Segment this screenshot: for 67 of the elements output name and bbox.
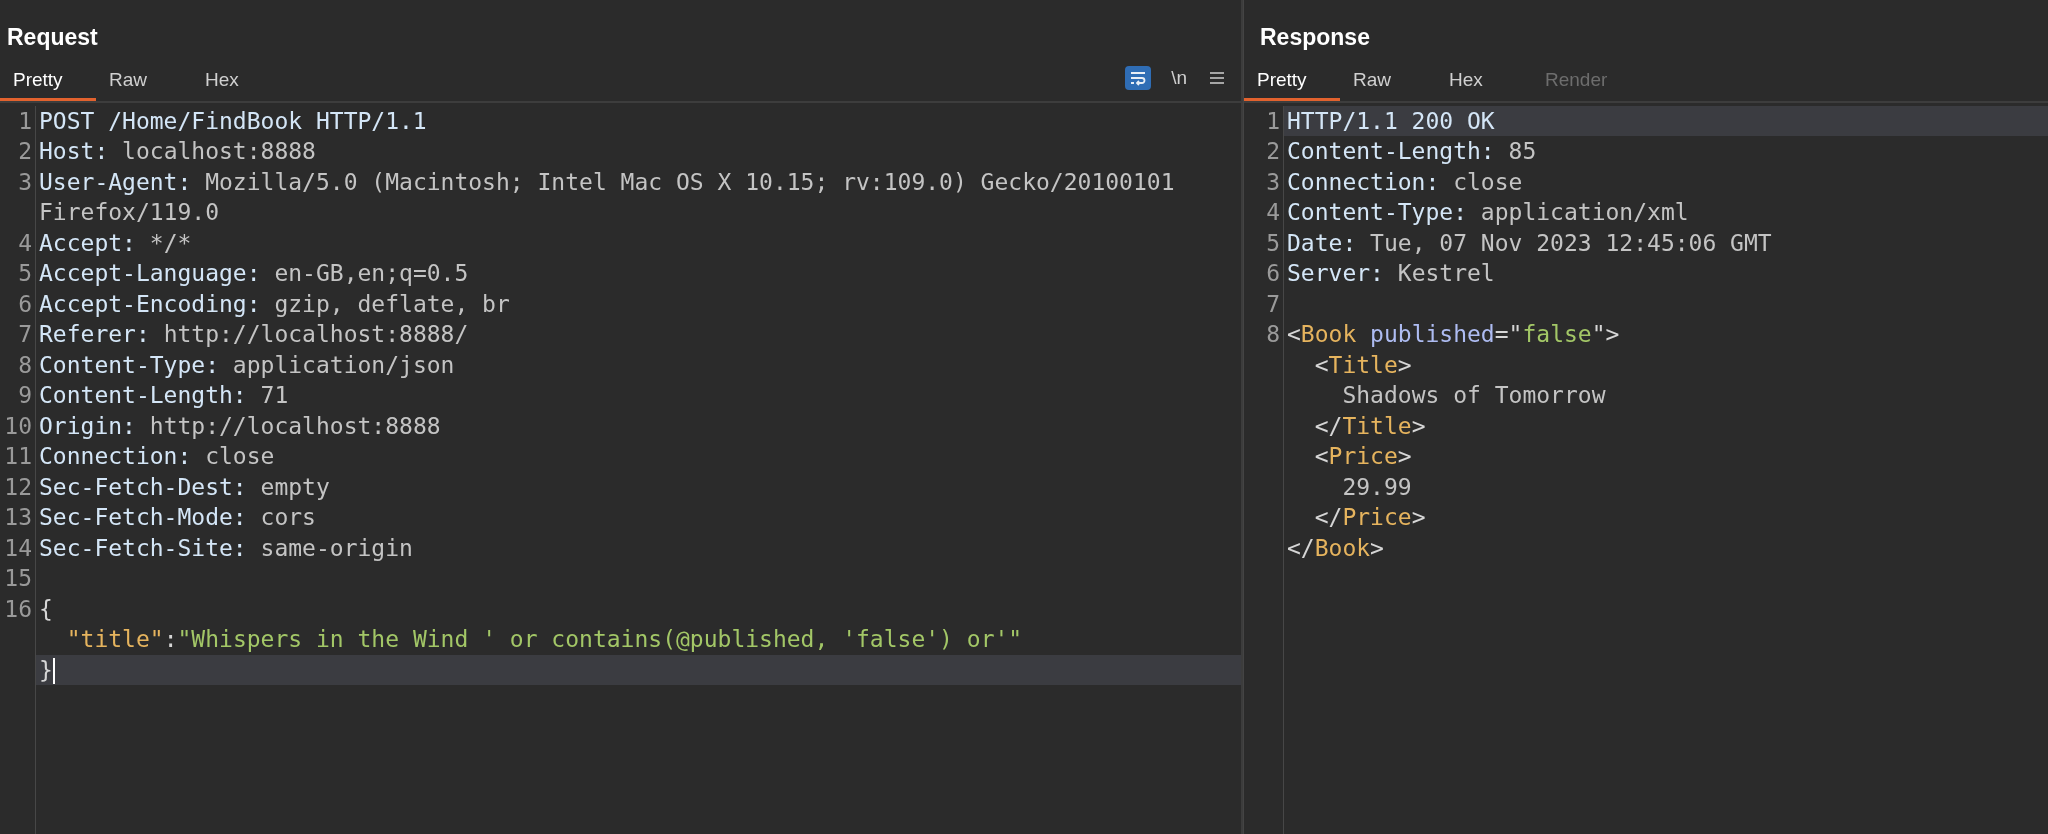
panel-title: Request xyxy=(6,23,99,52)
code-line: { xyxy=(39,595,53,622)
panel-title: Response xyxy=(1259,23,1371,52)
code-line: Content-Length: 85 xyxy=(1287,138,1537,164)
line-number: 4 xyxy=(18,229,32,256)
code-line: Date: Tue, 07 Nov 2023 12:45:06 GMT xyxy=(1287,229,1772,256)
code-line: Sec-Fetch-Mode: cors xyxy=(39,504,316,530)
line-number: 3 xyxy=(18,168,32,195)
line-number: 8 xyxy=(1266,321,1280,347)
line-number: 12 xyxy=(4,473,32,500)
line-number: 1 xyxy=(1266,107,1280,134)
code-line: HTTP/1.1 200 OK xyxy=(1287,107,1495,134)
code-line: POST /Home/FindBook HTTP/1.1 xyxy=(39,107,427,134)
code-line: Host: localhost:8888 xyxy=(39,138,316,164)
tab[interactable]: Raw xyxy=(1340,62,1436,101)
tab[interactable]: Pretty xyxy=(1244,62,1340,101)
code-line: Shadows of Tomorrow xyxy=(1341,382,1606,408)
tab[interactable]: Pretty xyxy=(0,62,96,101)
line-number: 2 xyxy=(1266,138,1280,164)
wrap-lines-button[interactable] xyxy=(1125,66,1152,91)
code-line: Origin: http://localhost:8888 xyxy=(39,412,441,439)
line-number: 16 xyxy=(4,595,32,622)
code-line: Accept-Encoding: gzip, deflate, br xyxy=(39,290,510,317)
line-number: 3 xyxy=(1266,168,1280,195)
line-number: 1 xyxy=(18,107,32,134)
line-number: 4 xyxy=(1266,199,1280,225)
tab[interactable]: Hex xyxy=(192,62,288,101)
code-line: <Title> xyxy=(1313,351,1412,378)
code-line: Connection: close xyxy=(39,443,275,469)
line-number: 8 xyxy=(18,351,32,378)
code-line: Sec-Fetch-Dest: empty xyxy=(39,473,330,500)
line-number: 2 xyxy=(18,138,32,164)
code-line: Referer: http://localhost:8888/ xyxy=(39,321,469,347)
code-line: Accept-Language: en-GB,en;q=0.5 xyxy=(39,260,469,286)
line-number: 7 xyxy=(18,321,32,347)
code-line: Connection: close xyxy=(1287,168,1523,195)
line-number: 6 xyxy=(1266,260,1280,286)
code-line: Server: Kestrel xyxy=(1287,260,1495,286)
code-line: </Title> xyxy=(1313,412,1426,439)
code-line: Accept: */* xyxy=(39,229,192,256)
line-number: 5 xyxy=(18,260,32,286)
code-line: Content-Type: application/xml xyxy=(1287,199,1689,225)
code-line: <Price> xyxy=(1313,443,1412,469)
line-number: 9 xyxy=(18,382,32,408)
code-line: <Book published="false"> xyxy=(1287,321,1620,347)
line-number: 11 xyxy=(4,443,32,469)
line-number: 14 xyxy=(4,534,32,561)
line-number: 15 xyxy=(4,565,32,591)
code-line: </Price> xyxy=(1313,504,1426,530)
line-number: 5 xyxy=(1266,229,1280,256)
code-line: Content-Type: application/json xyxy=(39,351,455,378)
line-number: 6 xyxy=(18,290,32,317)
code-line: Content-Length: 71 xyxy=(39,382,289,408)
code-line: "title":"Whispers in the Wind ' or contains(@published, 'false') or'" xyxy=(65,626,1023,652)
text-cursor xyxy=(52,658,55,684)
line-number: 7 xyxy=(1266,290,1280,317)
show-newlines-button[interactable]: \n xyxy=(1169,64,1189,93)
code-line: User-Agent: Mozilla/5.0 (Macintosh; Intel Mac OS X 10.15; rv:109.0) Gecko/20100101 Firefox/119.0 xyxy=(39,168,1176,225)
code-line: Sec-Fetch-Site: same-origin xyxy=(39,534,413,561)
code-line: } xyxy=(39,656,53,683)
code-line: </Book> xyxy=(1287,534,1384,561)
tab[interactable]: Raw xyxy=(96,62,192,101)
line-number: 10 xyxy=(4,412,32,439)
tab[interactable]: Hex xyxy=(1436,62,1532,101)
line-number: 13 xyxy=(4,504,32,530)
code-line: 29.99 xyxy=(1341,473,1412,500)
wrap-lines-icon xyxy=(1129,70,1148,87)
